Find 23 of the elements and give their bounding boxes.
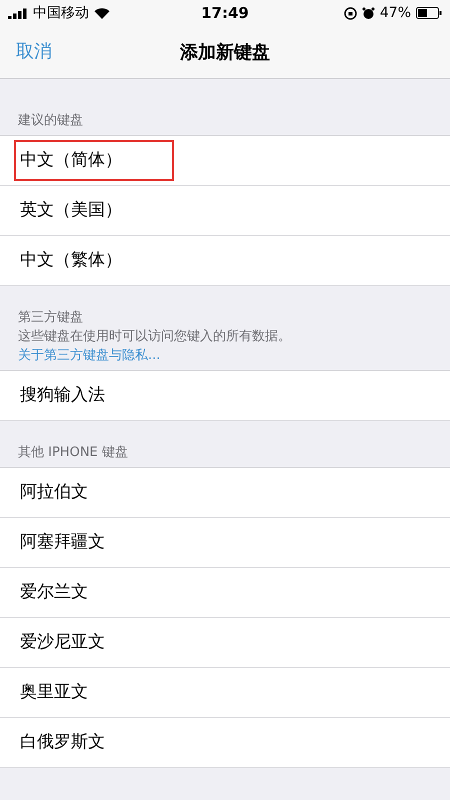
battery-icon [416,7,442,19]
keyboard-row[interactable]: 白俄罗斯文 [0,718,450,768]
keyboard-row[interactable]: 爱沙尼亚文 [0,618,450,668]
alarm-icon [362,6,375,20]
keyboard-row[interactable]: 爱尔兰文 [0,568,450,618]
keyboard-row[interactable]: 中文（繁体） [0,236,450,286]
keyboard-row[interactable]: 英文（美国） [0,186,450,236]
keyboard-row[interactable]: 阿塞拜疆文 [0,518,450,568]
carrier-name: 中国移动 [33,4,89,22]
battery-percent: 47% [380,5,411,21]
section-header: 其他 IPHONE 键盘 [18,444,129,462]
keyboard-row[interactable]: 奥里亚文 [0,668,450,718]
section-header: 建议的键盘 [18,112,84,130]
keyboard-row[interactable]: 阿拉伯文 [0,468,450,518]
signal-icon [8,8,28,18]
clock-time: 17:49 [201,4,249,22]
wifi-icon [94,7,110,19]
section-header: 第三方键盘 [18,309,84,327]
keyboard-row[interactable]: 搜狗输入法 [0,371,450,421]
keyboard-row[interactable]: 中文（简体） [0,136,450,186]
rotation-lock-icon [344,6,357,20]
screen-title: 添加新键盘 [180,41,270,64]
section-description: 这些键盘在使用时可以访问您键入的所有数据。 关于第三方键盘与隐私... [18,328,292,365]
